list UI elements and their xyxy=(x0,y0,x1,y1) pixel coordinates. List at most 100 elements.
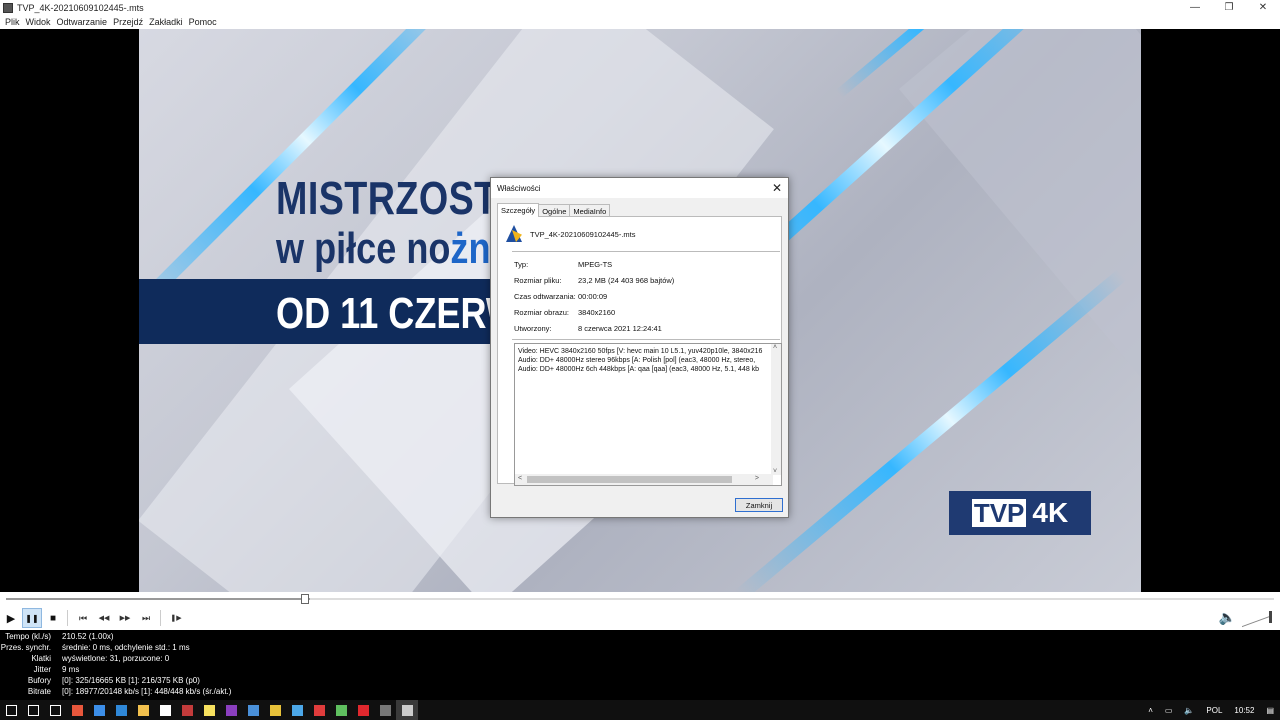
property-value: 8 czerwca 2021 12:24:41 xyxy=(578,324,662,333)
logo-4k-text: 4K xyxy=(1032,497,1069,528)
separator xyxy=(160,610,161,626)
logo-tvp-text: TVP xyxy=(971,497,1027,528)
stat-value: 210.52 (1.00x) xyxy=(62,632,114,641)
horizontal-scrollbar[interactable]: < > xyxy=(515,474,773,485)
language-indicator[interactable]: POL xyxy=(1200,706,1228,715)
statistics-panel: Tempo (kl./s) 210.52 (1.00x) Przes. synch… xyxy=(0,630,1280,700)
dialog-close-icon[interactable]: ✕ xyxy=(772,181,782,195)
next-button[interactable]: ⏭ xyxy=(136,608,156,628)
headline-line-2: w piłce nożn xyxy=(276,224,491,274)
menu-plik[interactable]: Plik xyxy=(2,17,23,27)
headline-line-1: MISTRZOST xyxy=(276,172,498,224)
stat-value: średnie: 0 ms, odchylenie std.: 1 ms xyxy=(62,643,190,652)
property-key: Rozmiar pliku: xyxy=(514,276,562,285)
tray-network-icon[interactable]: ▭ xyxy=(1159,706,1179,715)
seek-handle[interactable] xyxy=(301,594,309,604)
speaker-icon[interactable]: 🔈 xyxy=(1219,609,1236,626)
explorer-icon[interactable] xyxy=(132,700,154,720)
volume-slider[interactable] xyxy=(1242,610,1272,627)
property-key: Rozmiar obrazu: xyxy=(514,308,570,317)
tvp4k-logo: TVP 4K xyxy=(949,491,1091,535)
tray-volume-icon[interactable]: 🔈 xyxy=(1178,706,1200,715)
vertical-scrollbar[interactable]: ˄ ˅ xyxy=(771,344,781,475)
stat-key: Bitrate xyxy=(27,687,51,696)
close-button[interactable]: ✕ xyxy=(1246,0,1280,15)
clock[interactable]: 10:52 xyxy=(1228,706,1260,715)
seek-bar[interactable] xyxy=(0,592,1280,606)
taskbar: ˄ ▭ 🔈 POL 10:52 ▤ xyxy=(0,700,1280,720)
headline-line-2-accent: żn xyxy=(450,224,491,273)
play-button[interactable]: ▶ xyxy=(1,608,21,628)
fast-forward-button[interactable]: ▶▶ xyxy=(115,608,135,628)
title-bar: TVP_4K-20210609102445-.mts — ❐ ✕ xyxy=(0,0,1280,15)
streams-text: Video: HEVC 3840x2160 50fps [V: hevc mai… xyxy=(518,347,762,374)
volume-knob[interactable] xyxy=(1269,610,1272,623)
chrome-icon[interactable] xyxy=(264,700,286,720)
seek-progress xyxy=(6,598,311,600)
volume-control: 🔈 xyxy=(1219,609,1272,627)
stat-key: Przes. synchr. xyxy=(0,643,51,652)
dialog-title-bar: Właściwości ✕ xyxy=(491,178,788,198)
menu-odtwarzanie[interactable]: Odtwarzanie xyxy=(54,17,111,27)
edge-icon[interactable] xyxy=(110,700,132,720)
app-icon-9[interactable] xyxy=(374,700,396,720)
app-icon-8[interactable] xyxy=(330,700,352,720)
mpc-icon[interactable] xyxy=(396,700,418,720)
app-icon-1[interactable] xyxy=(66,700,88,720)
property-value: 3840x2160 xyxy=(578,308,616,317)
separator xyxy=(512,339,780,340)
notification-icon[interactable]: ▤ xyxy=(1260,706,1280,715)
property-row: Czas odtwarzania: 00:00:09 xyxy=(514,292,607,301)
store-icon[interactable] xyxy=(154,700,176,720)
stat-row: Przes. synchr. średnie: 0 ms, odchylenie … xyxy=(0,642,190,653)
app-icon-2[interactable] xyxy=(88,700,110,720)
menu-bar: Plik Widok Odtwarzanie Przejdź Zakładki … xyxy=(0,15,1280,29)
headline-line-2-plain: w piłce no xyxy=(276,224,451,273)
property-key: Utworzony: xyxy=(514,324,552,333)
scroll-up-icon[interactable]: ˄ xyxy=(773,344,777,351)
property-row: Rozmiar pliku: 23,2 MB (24 403 968 bajtó… xyxy=(514,276,674,285)
frame-step-button[interactable]: ❚▶ xyxy=(166,608,186,628)
opera-icon[interactable] xyxy=(352,700,374,720)
details-panel: TVP_4K-20210609102445-.mts Typ: MPEG-TS … xyxy=(497,216,782,486)
dialog-tabs: Szczegóły Ogólne MediaInfo xyxy=(497,203,611,217)
app-icon-3[interactable] xyxy=(176,700,198,720)
zamknij-button[interactable]: Zamknij xyxy=(735,498,783,512)
stop-button[interactable]: ■ xyxy=(43,608,63,628)
scroll-left-icon[interactable]: < xyxy=(518,475,522,482)
task-view-icon[interactable] xyxy=(44,700,66,720)
seek-track[interactable] xyxy=(6,598,1274,600)
start-icon[interactable] xyxy=(0,700,22,720)
stream-line: Audio: DD+ 48000Hz stereo 96kbps [A: Pol… xyxy=(518,357,756,364)
app-icon-6[interactable] xyxy=(286,700,308,720)
menu-zakladki[interactable]: Zakładki xyxy=(146,17,186,27)
tab-szczegoly[interactable]: Szczegóły xyxy=(497,203,540,217)
tray-up-arrow-icon[interactable]: ˄ xyxy=(1142,706,1159,715)
menu-pomoc[interactable]: Pomoc xyxy=(186,17,220,27)
menu-widok[interactable]: Widok xyxy=(23,17,54,27)
stat-key: Bufory xyxy=(27,676,51,685)
headline-line-3: OD 11 CZERW xyxy=(276,289,520,338)
notes-icon[interactable] xyxy=(198,700,220,720)
app-icon-4[interactable] xyxy=(220,700,242,720)
minimize-button[interactable]: — xyxy=(1178,0,1212,15)
app-icon xyxy=(3,2,13,13)
maximize-button[interactable]: ❐ xyxy=(1212,0,1246,15)
horizontal-scroll-thumb[interactable] xyxy=(527,476,732,483)
rewind-button[interactable]: ◀◀ xyxy=(94,608,114,628)
pause-button[interactable]: ❚❚ xyxy=(22,608,42,628)
stat-value: [0]: 325/16665 KB [1]: 216/375 KB (p0) xyxy=(62,676,200,685)
streams-textbox[interactable]: Video: HEVC 3840x2160 50fps [V: hevc mai… xyxy=(514,343,782,486)
property-row: Typ: MPEG-TS xyxy=(514,260,612,269)
app-icon-7[interactable] xyxy=(308,700,330,720)
playback-controls: ▶ ❚❚ ■ ⏮ ◀◀ ▶▶ ⏭ ❚▶ 🔈 xyxy=(0,606,1280,630)
system-tray: ˄ ▭ 🔈 POL 10:52 ▤ xyxy=(1142,700,1280,720)
search-icon[interactable] xyxy=(22,700,44,720)
menu-przejdz[interactable]: Przejdź xyxy=(110,17,146,27)
stream-line: Audio: DD+ 48000Hz 6ch 448kbps [A: qaa [… xyxy=(518,366,760,373)
app-icon-5[interactable] xyxy=(242,700,264,720)
separator xyxy=(512,251,780,252)
scroll-right-icon[interactable]: > xyxy=(755,475,759,482)
scroll-down-icon[interactable]: ˅ xyxy=(773,468,777,475)
previous-button[interactable]: ⏮ xyxy=(73,608,93,628)
